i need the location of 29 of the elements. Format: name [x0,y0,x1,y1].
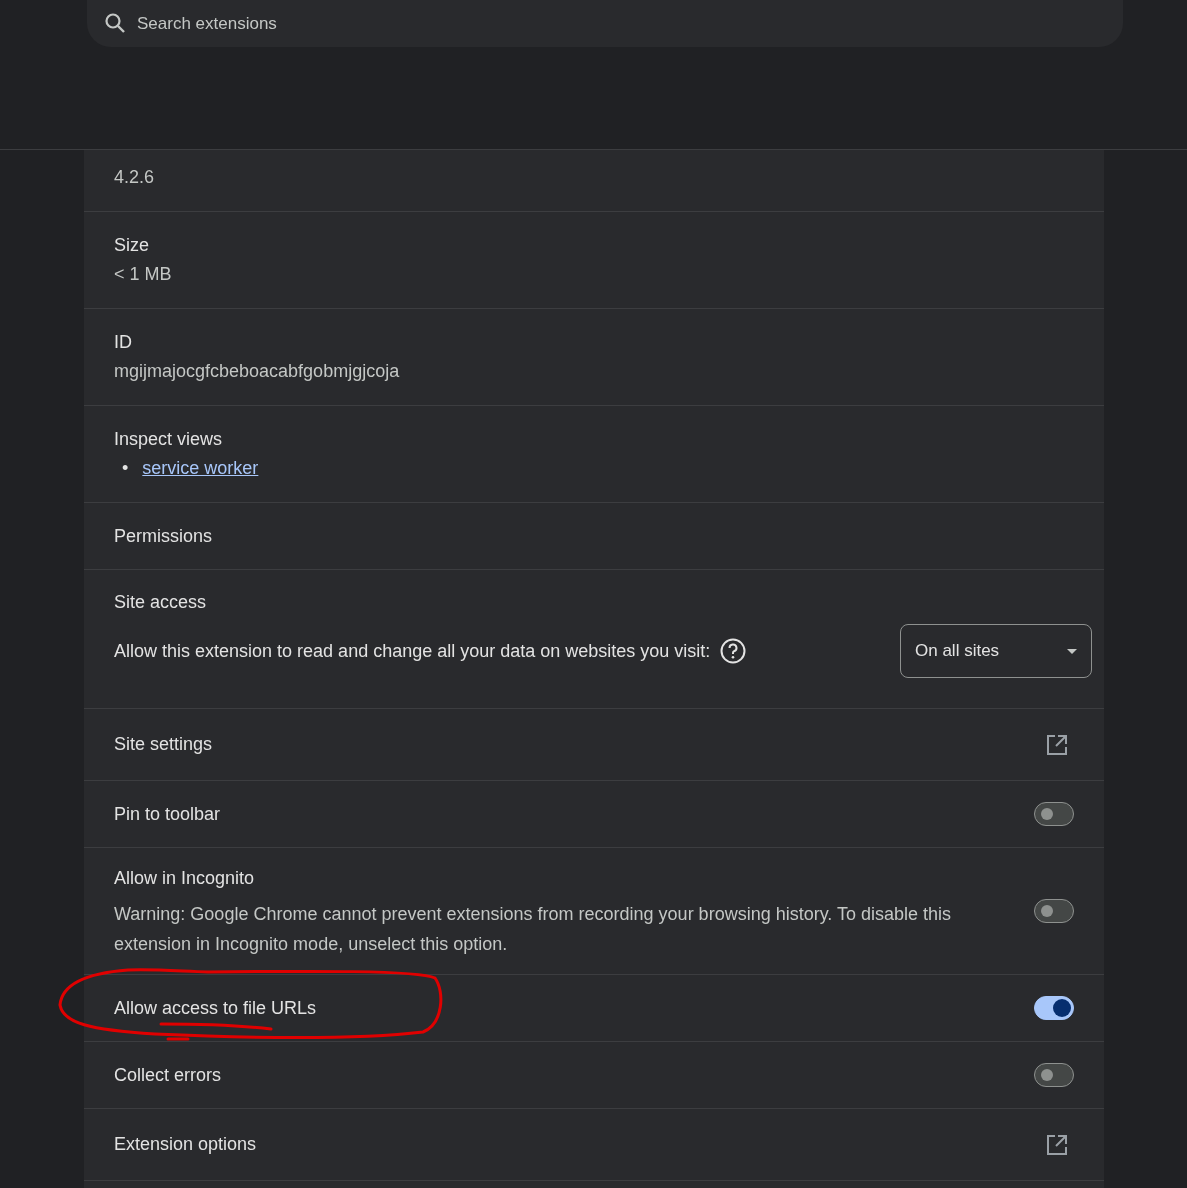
setting-link[interactable]: Extension options [114,1134,257,1155]
setting-text: Allow this extension to read and change all your data on websites you visit: [114,640,711,662]
toggle-switch[interactable] [1034,1063,1074,1087]
setting-label: Allow access to file URLs [114,997,317,1019]
search-icon [104,12,126,34]
external-link-icon[interactable] [1046,733,1068,756]
search-field[interactable]: Search extensions [87,0,1123,47]
bullet: • [122,458,129,479]
setting-label: Pin to toolbar [114,803,221,825]
setting-description: Warning: Google Chrome cannot prevent extensions from recording your browsing history. To disable this extension in Incognito mode, unselect this option. [114,903,953,956]
setting-link[interactable]: Site settings [114,734,213,755]
site-access-dropdown[interactable]: On all sites [900,624,1092,678]
toggle-switch[interactable] [1034,996,1074,1020]
external-link-icon[interactable] [1046,1133,1068,1156]
help-icon[interactable] [720,638,747,664]
section-heading: Permissions [114,525,213,547]
field-label: Size [114,235,150,256]
field-value: < 1 MB [114,264,173,285]
field-value: mgijmajocgfcbeboacabfgobmjgjcoja [114,361,401,382]
field-value: 4.2.6 [114,167,156,188]
inspect-link[interactable]: service worker [142,458,259,479]
field-label: ID [114,332,133,353]
section-heading: Site access [114,592,208,613]
field-label: Inspect views [114,429,224,450]
caret-icon [1067,648,1077,654]
setting-label: Allow in Incognito [114,867,256,890]
toggle-switch[interactable] [1034,802,1074,826]
setting-label: Collect errors [114,1064,222,1086]
toggle-switch[interactable] [1034,899,1074,923]
